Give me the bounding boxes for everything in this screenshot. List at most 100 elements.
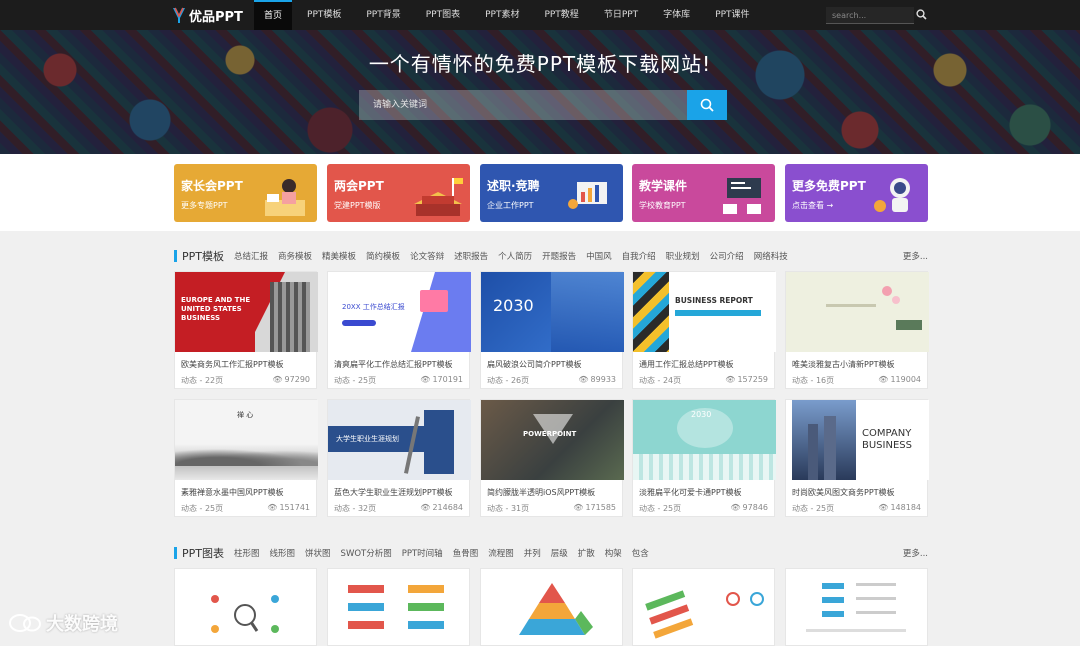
teacher-illustration-icon: [265, 179, 305, 216]
template-thumbnail: 2030: [633, 400, 776, 480]
template-card[interactable]: 20XX 工作总结汇报 清爽扁平化工作总结汇报PPT模板 动态 - 25页 👁 1…: [327, 271, 471, 389]
promo-subtitle: 企业工作PPT: [487, 201, 534, 210]
eye-icon: 👁: [420, 375, 431, 384]
chart-template-card[interactable]: [480, 568, 623, 646]
template-thumbnail: BUSINESS REPORT: [633, 272, 776, 352]
hero-search-input[interactable]: 请输入关键词: [359, 90, 687, 120]
tag-fishbone[interactable]: 鱼骨图: [453, 547, 479, 559]
tag-pie[interactable]: 饼状图: [305, 547, 331, 559]
view-count: 👁 89933: [578, 375, 616, 384]
view-count-value: 151741: [279, 503, 310, 512]
logo-text: 优品PPT: [189, 9, 243, 25]
tag-business[interactable]: 商务模板: [278, 250, 312, 262]
template-card[interactable]: POWERPOINT 简约朦胧半透明iOS风PPT模板 动态 - 31页 👁 17…: [480, 399, 624, 517]
promo-work-report[interactable]: 述职·竞聘 企业工作PPT: [480, 164, 623, 222]
hero-title: 一个有情怀的免费PPT模板下载网站!: [368, 52, 712, 76]
nav-ppt-materials[interactable]: PPT素材: [475, 0, 529, 30]
nav-search-input[interactable]: search...: [826, 7, 914, 24]
chart-template-card[interactable]: [174, 568, 317, 646]
tag-thesis[interactable]: 论文答辩: [410, 250, 444, 262]
template-card[interactable]: 唯美淡雅复古小清新PPT模板 动态 - 16页 👁 119004: [785, 271, 929, 389]
classroom-icon: [723, 178, 761, 214]
tag-self-intro[interactable]: 自我介绍: [622, 250, 656, 262]
astronaut-icon: [874, 178, 910, 212]
site-logo[interactable]: 优品PPT: [172, 5, 243, 25]
tag-architecture[interactable]: 构架: [605, 547, 622, 559]
tag-summary[interactable]: 总结汇报: [234, 250, 268, 262]
promo-two-sessions[interactable]: 两会PPT 党建PPT模版: [327, 164, 470, 222]
tag-flowchart[interactable]: 流程图: [488, 547, 514, 559]
thumbnail-text: 20XX 工作总结汇报: [342, 303, 405, 311]
template-card[interactable]: EUROPE AND THE UNITED STATES BUSINESS 欧美…: [174, 271, 318, 389]
hero-banner: 一个有情怀的免费PPT模板下载网站! 请输入关键词: [0, 30, 1080, 154]
tag-parallel[interactable]: 并列: [524, 547, 541, 559]
template-card[interactable]: 禅 心 素雅禅意水墨中国风PPT模板 动态 - 25页 👁 151741: [174, 399, 318, 517]
nav-holiday-ppt[interactable]: 节日PPT: [594, 0, 648, 30]
nav-ppt-courseware[interactable]: PPT课件: [705, 0, 759, 30]
template-card[interactable]: 2030 淡雅扁平化可爱卡通PPT模板 动态 - 25页 👁 97846: [632, 399, 776, 517]
nav-fonts[interactable]: 字体库: [653, 0, 700, 30]
templates-section-header: PPT模板 总结汇报 商务模板 精美模板 简约模板 论文答辩 述职报告 个人简历…: [174, 249, 928, 263]
pyramid-thumbnail: [519, 583, 593, 635]
thumbnail-text: 大学生职业生涯规划: [336, 435, 399, 443]
main-nav: 首页 PPT模板 PPT背景 PPT图表 PPT素材 PPT教程 节日PPT 字…: [254, 0, 765, 30]
hero-search-button[interactable]: [687, 90, 727, 120]
template-card[interactable]: 2030 扁风破浪公司简介PPT模板 动态 - 26页 👁 89933: [480, 271, 624, 389]
top-nav: 优品PPT 首页 PPT模板 PPT背景 PPT图表 PPT素材 PPT教程 节…: [0, 0, 1080, 30]
section-title[interactable]: PPT模板: [182, 248, 224, 264]
pencil-diagram-thumbnail: [645, 590, 764, 639]
charts-section-header: PPT图表 柱形图 线形图 饼状图 SWOT分析图 PPT时间轴 鱼骨图 流程图…: [174, 546, 928, 560]
chart-template-card[interactable]: [327, 568, 470, 646]
tag-chinese-style[interactable]: 中国风: [586, 250, 612, 262]
chart-template-card[interactable]: [632, 568, 775, 646]
tag-company[interactable]: 公司介绍: [710, 250, 744, 262]
template-meta: 动态 - 31页: [487, 504, 530, 513]
tag-career[interactable]: 职业规划: [666, 250, 700, 262]
nav-ppt-tutorials[interactable]: PPT教程: [534, 0, 588, 30]
template-card[interactable]: COMPANY BUSINESS 时尚欧美风图文商务PPT模板 动态 - 25页…: [785, 399, 929, 517]
promo-more-free[interactable]: 更多免费PPT 点击查看 →: [785, 164, 928, 222]
nav-ppt-backgrounds[interactable]: PPT背景: [356, 0, 410, 30]
template-meta: 动态 - 25页: [639, 504, 682, 513]
logo-icon: [173, 7, 185, 23]
promo-parent-meeting[interactable]: 家长会PPT 更多专题PPT: [174, 164, 317, 222]
template-meta: 动态 - 25页: [792, 504, 835, 513]
tag-diffusion[interactable]: 扩散: [578, 547, 595, 559]
view-count: 👁 157259: [725, 375, 768, 384]
eye-icon: 👁: [420, 503, 431, 512]
eye-icon: 👁: [267, 503, 278, 512]
tag-resume[interactable]: 个人简历: [498, 250, 532, 262]
thumbnail-text: BUSINESS REPORT: [675, 296, 753, 305]
search-icon[interactable]: [916, 9, 927, 20]
template-thumbnail: 20XX 工作总结汇报: [328, 272, 471, 352]
section-title[interactable]: PPT图表: [182, 545, 224, 561]
view-count: 👁 97846: [730, 503, 768, 512]
tag-debriefing[interactable]: 述职报告: [454, 250, 488, 262]
tag-inclusion[interactable]: 包含: [632, 547, 649, 559]
template-thumbnail: 2030: [481, 272, 624, 352]
tag-swot[interactable]: SWOT分析图: [341, 547, 392, 559]
template-title: 时尚欧美风图文商务PPT模板: [792, 488, 895, 497]
chart-template-card[interactable]: [785, 568, 928, 646]
template-title: 唯美淡雅复古小清新PPT模板: [792, 360, 895, 369]
template-thumbnail: 大学生职业生涯规划: [328, 400, 471, 480]
nav-home[interactable]: 首页: [254, 0, 293, 30]
tag-tech[interactable]: 网络科技: [754, 250, 788, 262]
nav-ppt-templates[interactable]: PPT模板: [297, 0, 351, 30]
template-card[interactable]: 大学生职业生涯规划 蓝色大学生职业生涯规划PPT模板 动态 - 32页 👁 214…: [327, 399, 471, 517]
tag-simple[interactable]: 简约模板: [366, 250, 400, 262]
promo-subtitle: 点击查看 →: [792, 201, 834, 210]
tag-column[interactable]: 柱形图: [234, 547, 260, 559]
tag-line[interactable]: 线形图: [270, 547, 296, 559]
more-link[interactable]: 更多...: [903, 250, 928, 262]
template-title: 简约朦胧半透明iOS风PPT模板: [487, 488, 596, 497]
tag-proposal[interactable]: 开题报告: [542, 250, 576, 262]
template-card[interactable]: BUSINESS REPORT 通用工作汇报总结PPT模板 动态 - 24页 👁…: [632, 271, 776, 389]
template-title: 扁风破浪公司简介PPT模板: [487, 360, 582, 369]
tag-hierarchy[interactable]: 层级: [551, 547, 568, 559]
nav-ppt-charts[interactable]: PPT图表: [416, 0, 470, 30]
more-link[interactable]: 更多...: [903, 547, 928, 559]
tag-beautiful[interactable]: 精美模板: [322, 250, 356, 262]
tag-timeline[interactable]: PPT时间轴: [402, 547, 443, 559]
promo-courseware[interactable]: 教学课件 学校教育PPT: [632, 164, 775, 222]
